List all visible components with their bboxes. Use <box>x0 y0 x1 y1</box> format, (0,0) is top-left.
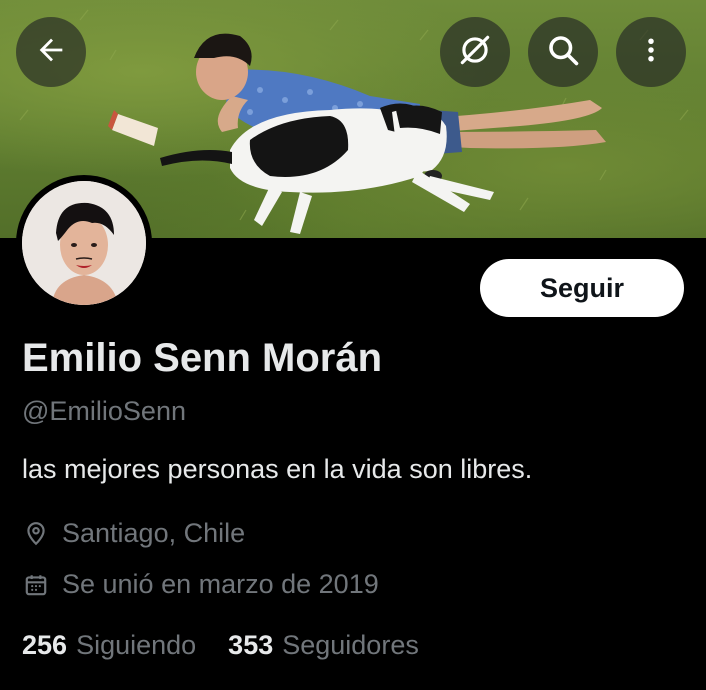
joined-row: Se unió en marzo de 2019 <box>22 569 379 600</box>
follow-stats: 256 Siguiendo 353 Seguidores <box>22 630 451 661</box>
location-pin-icon <box>22 520 50 548</box>
following-count: 256 <box>22 630 68 660</box>
location-text: Santiago, Chile <box>62 518 246 548</box>
profile-avatar[interactable] <box>16 175 152 311</box>
arrow-left-icon <box>34 33 68 72</box>
display-name: Emilio Senn Morán <box>22 336 383 380</box>
search-button[interactable] <box>528 17 598 87</box>
calendar-icon <box>22 571 50 599</box>
back-button[interactable] <box>16 17 86 87</box>
followers-count: 353 <box>228 630 274 660</box>
user-handle: @EmilioSenn <box>22 396 186 426</box>
avatar-photo <box>22 181 146 305</box>
more-button[interactable] <box>616 17 686 87</box>
follow-button[interactable]: Seguir <box>480 259 684 317</box>
search-icon <box>545 32 581 73</box>
followers-link[interactable]: 353 Seguidores <box>228 630 419 661</box>
followers-label: Seguidores <box>282 630 419 660</box>
following-link[interactable]: 256 Siguiendo <box>22 630 196 661</box>
grok-button[interactable] <box>440 17 510 87</box>
grok-slash-circle-icon <box>456 31 494 74</box>
joined-text: Se unió en marzo de 2019 <box>62 569 379 599</box>
following-label: Siguiendo <box>76 630 197 660</box>
location-row: Santiago, Chile <box>22 518 245 549</box>
more-vertical-icon <box>636 35 666 70</box>
profile-bio: las mejores personas en la vida son libr… <box>22 454 533 484</box>
